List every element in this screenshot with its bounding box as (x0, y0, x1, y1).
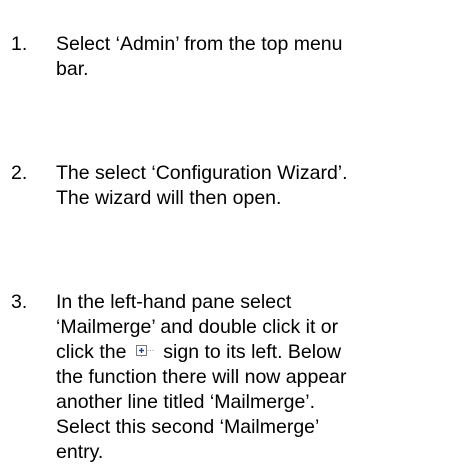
step-text-line: another line titled ‘Mailmerge’. (56, 391, 316, 413)
step-text-line: Select this second ‘Mailmerge’ (56, 416, 320, 438)
step-text-fragment: sign to its left. Below (157, 341, 342, 363)
step-number: 2. (11, 162, 28, 184)
step-text-line: Select ‘Admin’ from the top menu (56, 33, 343, 55)
step-text: The select ‘Configuration Wizard’. The w… (56, 161, 456, 211)
step-text: Select ‘Admin’ from the top menu bar. (56, 32, 456, 82)
step-number: 1. (11, 33, 28, 55)
step-number: 3. (11, 291, 28, 313)
step-text-line: The select ‘Configuration Wizard’. (56, 162, 348, 184)
step-text-line: the function there will now appear (56, 366, 347, 388)
step-text: In the left-hand pane select ‘Mailmerge’… (56, 290, 456, 465)
step-text-line: In the left-hand pane select (56, 291, 292, 313)
step-text-line: entry. (56, 441, 104, 463)
step-text-line: The wizard will then open. (56, 187, 282, 209)
step-text-fragment: click the (56, 341, 132, 363)
step-text-line-with-icon: click the sign to its left. Below (56, 340, 456, 365)
step-text-line: bar. (56, 58, 89, 80)
tree-expand-plus-icon (135, 344, 157, 358)
step-text-line: ‘Mailmerge’ and double click it or (56, 316, 339, 338)
